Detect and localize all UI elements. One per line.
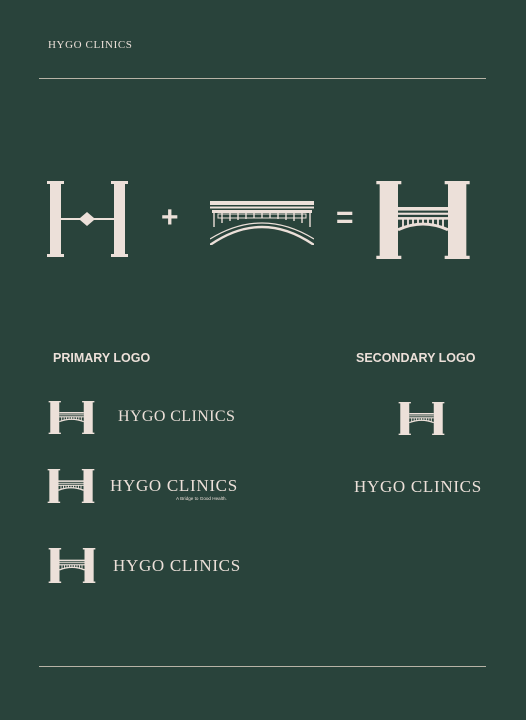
secondary-logo-icon [397,402,446,435]
primary-logo-3-icon [47,548,97,583]
plus-sign: + [161,201,179,234]
equals-sign: = [336,201,354,234]
primary-logo-1-icon [47,401,96,434]
brand-name: HYGO CLINICS [48,39,133,51]
primary-logo-2-wordmark: HYGO CLINICS [110,476,238,495]
primary-logo-3-wordmark: HYGO CLINICS [113,556,241,575]
h-bridge-logo-icon [373,181,473,259]
primary-logo-2-tagline: A Bridge to Good Health. [176,496,227,501]
secondary-logo-heading: SECONDARY LOGO [356,351,476,365]
secondary-logo-wordmark: HYGO CLINICS [354,477,482,496]
h-letter-icon [46,181,129,257]
top-divider [39,78,486,79]
primary-logo-heading: PRIMARY LOGO [53,351,151,365]
primary-logo-1-wordmark: HYGO CLINICS [118,408,236,425]
primary-logo-2-icon [46,469,96,503]
bottom-divider [39,666,486,667]
bridge-icon [210,201,314,245]
